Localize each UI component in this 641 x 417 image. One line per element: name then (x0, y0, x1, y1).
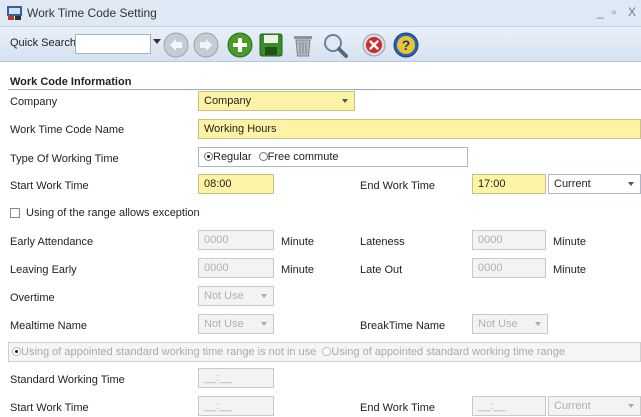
delete-trash-icon[interactable] (289, 31, 317, 59)
section-title: Work Code Information (10, 76, 132, 88)
late-out-label: Late Out (360, 264, 403, 276)
start-work-time-input[interactable]: 08:00 (198, 174, 274, 194)
overtime-label: Overtime (10, 292, 55, 304)
work-time-code-name-label: Work Time Code Name (10, 124, 125, 136)
save-icon[interactable] (257, 31, 285, 59)
range-exception-checkbox[interactable] (10, 208, 20, 218)
window-title: Work Time Code Setting (27, 6, 157, 20)
chevron-down-icon (261, 322, 267, 326)
next-icon[interactable] (192, 31, 220, 59)
app-icon (7, 6, 22, 20)
start-work-time-label: Start Work Time (10, 180, 89, 192)
svg-text:?: ? (402, 37, 411, 53)
overtime-value: Not Use (204, 290, 244, 302)
lateness-input[interactable]: 0000 (472, 230, 546, 250)
type-of-working-time-group: Regular Free commute (198, 147, 468, 167)
minimize-button[interactable]: _ (597, 5, 604, 19)
mealtime-select[interactable]: Not Use (198, 314, 274, 334)
mealtime-name-label: Mealtime Name (10, 320, 88, 332)
early-attendance-unit: Minute (281, 236, 315, 248)
cancel-icon[interactable] (360, 31, 388, 59)
standard-working-time-label: Standard Working Time (10, 374, 125, 386)
quick-search-input[interactable] (75, 34, 151, 54)
quick-search-label: Quick Search (10, 37, 77, 49)
mealtime-value: Not Use (204, 318, 244, 330)
lateness-label: Lateness (360, 236, 405, 248)
range-start-work-time-input[interactable]: __:__ (198, 396, 274, 416)
overtime-select[interactable]: Not Use (198, 286, 274, 306)
radio-range-not-in-use[interactable] (12, 347, 21, 356)
end-work-time-label: End Work Time (360, 180, 435, 192)
chevron-down-icon (628, 404, 634, 408)
radio-regular-label: Regular (213, 151, 252, 163)
radio-range-in-use-label: Using of appointed standard working time… (331, 346, 565, 358)
close-window-button[interactable]: X (628, 5, 636, 19)
range-start-work-time-label: Start Work Time (10, 402, 89, 414)
range-end-work-time-input[interactable]: __:__ (472, 396, 546, 416)
help-icon[interactable]: ? (392, 31, 420, 59)
lateness-unit: Minute (553, 236, 587, 248)
quick-search-dropdown-icon[interactable] (153, 39, 161, 44)
add-icon[interactable] (226, 31, 254, 59)
radio-free-commute-label: Free commute (267, 151, 339, 163)
radio-regular[interactable] (204, 152, 213, 161)
work-time-code-name-input[interactable]: Working Hours (198, 119, 641, 139)
restore-button[interactable]: ▫ (612, 5, 616, 19)
standard-working-time-input[interactable]: __:__ (198, 368, 274, 388)
type-of-working-time-label: Type Of Working Time (10, 153, 119, 165)
company-select[interactable]: Company (198, 91, 355, 111)
breaktime-value: Not Use (478, 318, 518, 330)
range-end-day-value: Current (554, 400, 591, 412)
chevron-down-icon (261, 294, 267, 298)
leaving-early-input[interactable]: 0000 (198, 258, 274, 278)
end-day-value: Current (554, 178, 591, 190)
company-label: Company (10, 96, 58, 108)
end-work-time-input[interactable]: 17:00 (472, 174, 546, 194)
radio-range-not-in-use-label: Using of appointed standard working time… (21, 346, 317, 358)
range-exception-label: Using of the range allows exception (26, 207, 200, 219)
leaving-early-label: Leaving Early (10, 264, 77, 276)
search-icon[interactable] (321, 31, 349, 59)
range-end-work-time-label: End Work Time (360, 402, 435, 414)
chevron-down-icon (342, 99, 348, 103)
end-day-select[interactable]: Current (548, 174, 641, 194)
chevron-down-icon (628, 182, 634, 186)
late-out-unit: Minute (553, 264, 587, 276)
section-divider (8, 89, 641, 90)
previous-icon[interactable] (162, 31, 190, 59)
breaktime-name-label: BreakTime Name (360, 320, 446, 332)
company-value: Company (204, 95, 252, 107)
standard-range-group: Using of appointed standard working time… (8, 342, 641, 362)
range-end-day-select[interactable]: Current (548, 396, 641, 416)
late-out-input[interactable]: 0000 (472, 258, 546, 278)
early-attendance-input[interactable]: 0000 (198, 230, 274, 250)
breaktime-select[interactable]: Not Use (472, 314, 548, 334)
radio-free-commute[interactable] (258, 152, 268, 161)
chevron-down-icon (535, 322, 541, 326)
early-attendance-label: Early Attendance (10, 236, 94, 248)
leaving-early-unit: Minute (281, 264, 315, 276)
